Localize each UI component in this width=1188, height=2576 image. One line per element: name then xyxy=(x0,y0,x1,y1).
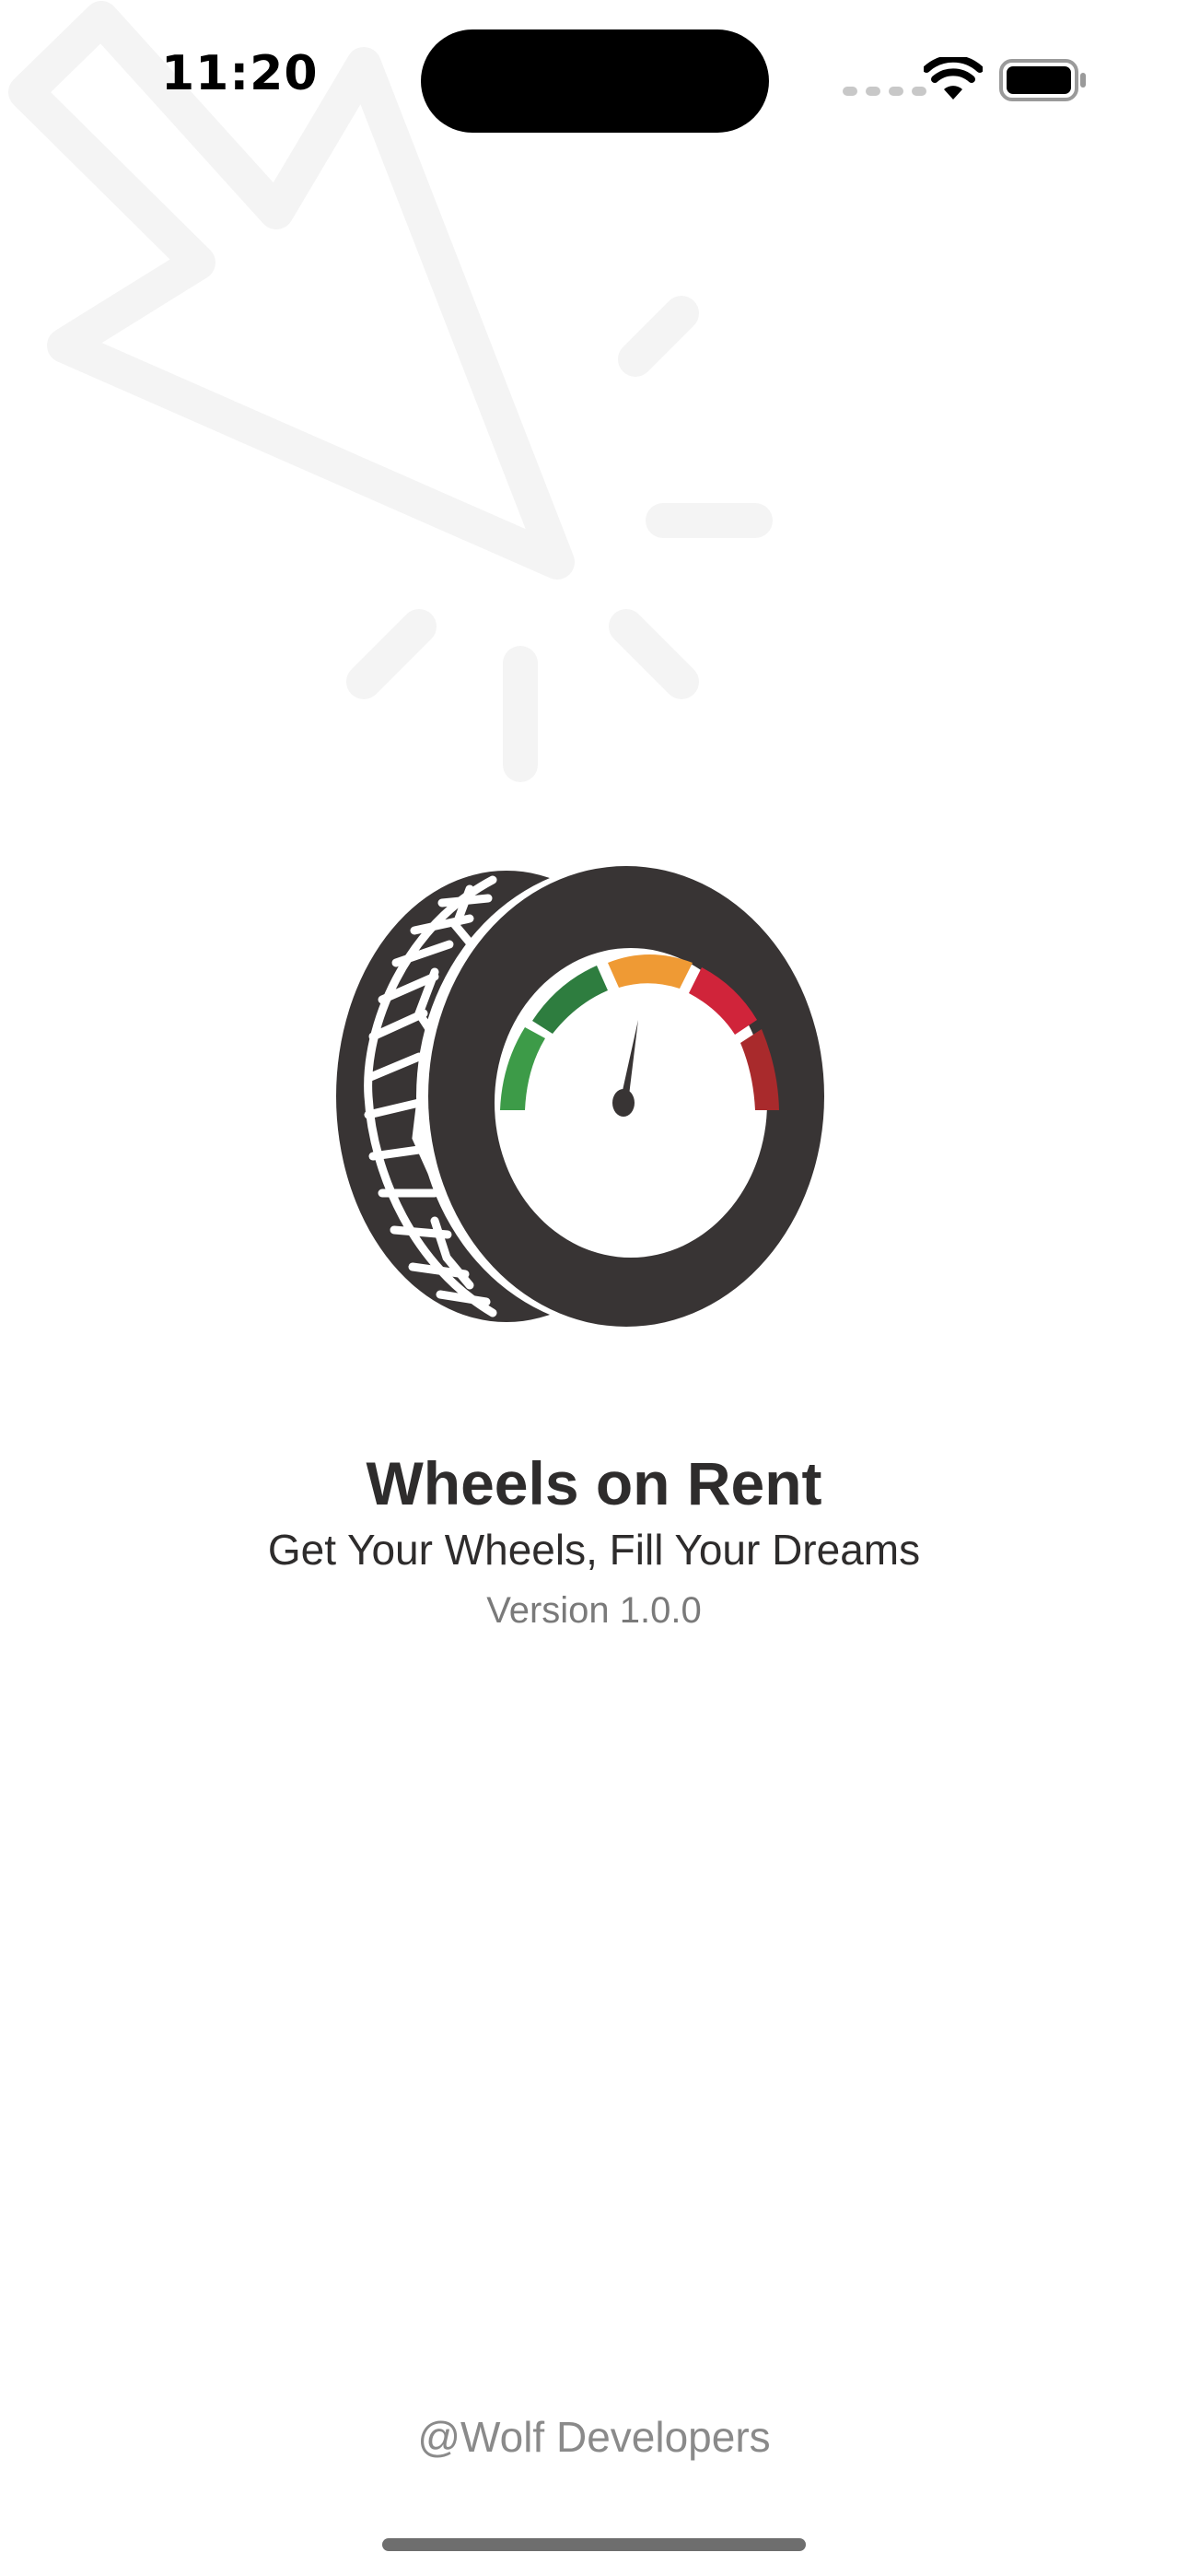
cellular-signal-icon xyxy=(843,87,926,96)
splash-screen: 11:20 Wheels on Rent Get Your Wheels, Fi… xyxy=(0,0,1188,2576)
app-title: Wheels on Rent xyxy=(366,1449,822,1517)
wifi-icon xyxy=(924,57,983,100)
battery-full-icon xyxy=(999,59,1086,101)
tire-speedometer-logo xyxy=(336,863,827,1329)
status-bar-time: 11:20 xyxy=(161,46,319,101)
dynamic-island xyxy=(421,29,769,133)
home-indicator[interactable] xyxy=(382,2538,806,2551)
developer-credit: @Wolf Developers xyxy=(417,2413,771,2461)
app-tagline: Get Your Wheels, Fill Your Dreams xyxy=(267,1526,921,1574)
app-version: Version 1.0.0 xyxy=(486,1590,702,1631)
